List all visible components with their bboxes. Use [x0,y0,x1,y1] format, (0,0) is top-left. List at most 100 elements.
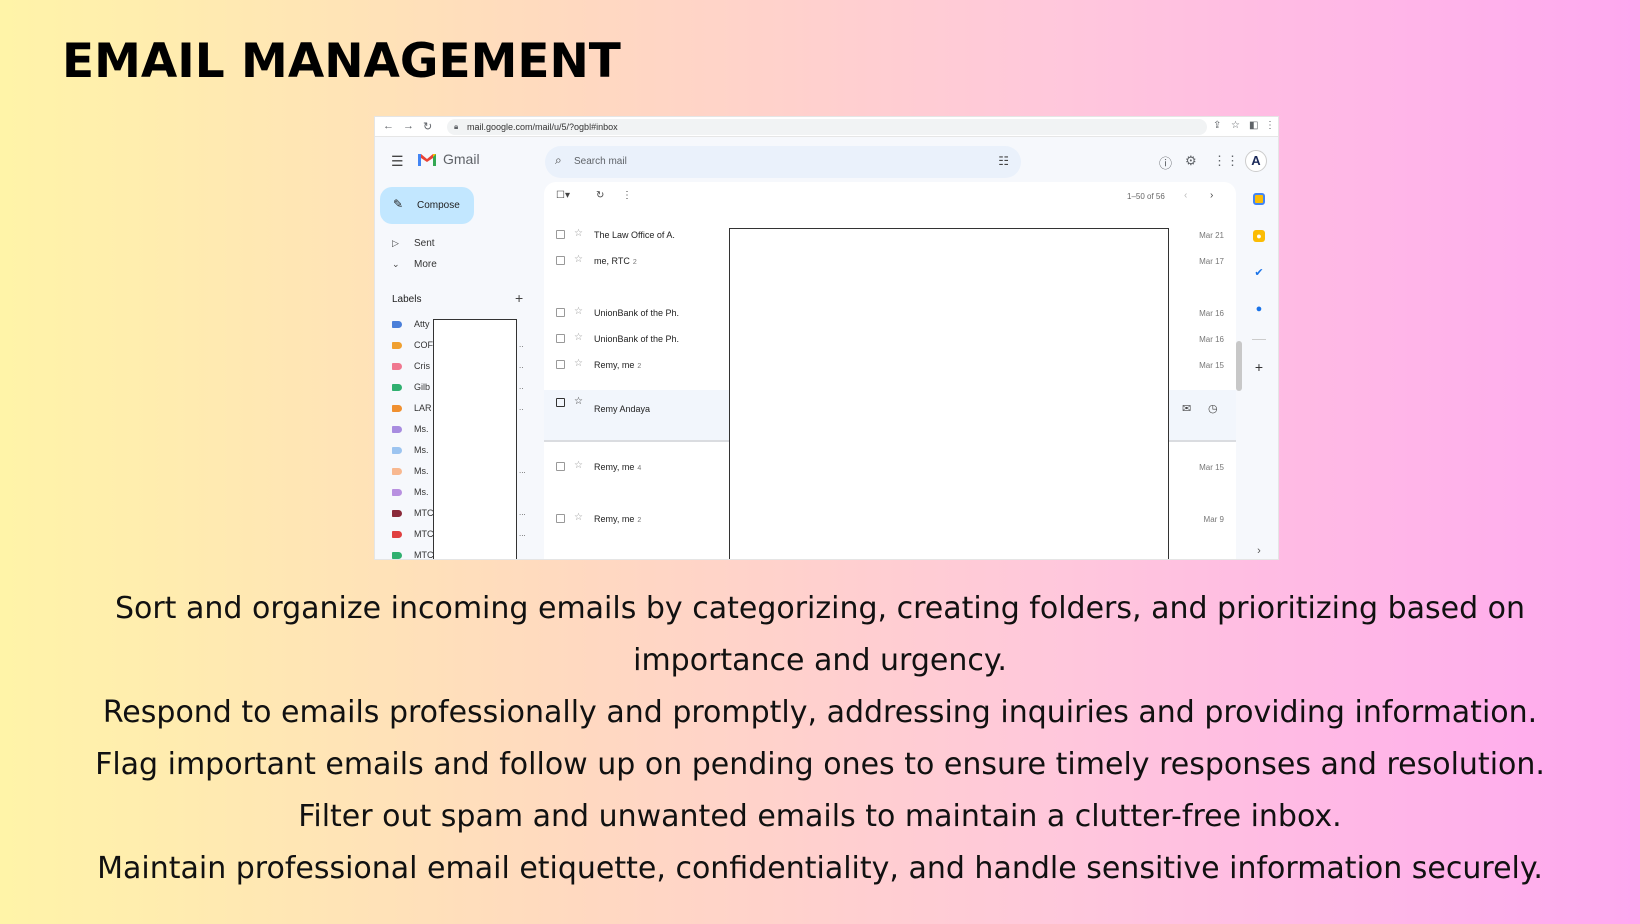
sidebar-item-label: More [414,259,437,270]
label-item[interactable]: Ms. [392,487,429,497]
labels-heading: Labels [392,294,422,305]
sidebar-item-sent[interactable]: ▷ Sent [392,238,435,249]
keep-icon[interactable]: ● [1253,230,1265,242]
reload-icon[interactable]: ↻ [423,120,432,133]
address-bar[interactable]: 🔒︎ mail.google.com/mail/u/5/?ogbl#inbox [447,119,1207,135]
scrollbar[interactable] [1236,341,1242,391]
email-sender: The Law Office of A. [594,230,675,240]
search-input[interactable]: Search mail [574,156,627,167]
row-checkbox[interactable] [556,398,565,407]
more-options-icon[interactable]: ⋮ [622,190,632,201]
chevron-left-icon[interactable]: ‹ [1184,190,1187,201]
chevron-right-icon[interactable]: › [1210,190,1213,201]
label-tag-icon [392,552,402,559]
search-bar[interactable]: ⌕ Search mail ☷ [545,146,1021,178]
email-sender: Remy, me 4 [594,462,642,472]
gmail-logo[interactable]: Gmail [417,151,480,167]
snooze-clock-icon[interactable]: ◷ [1208,402,1218,415]
email-date: Mar 21 [1199,231,1224,240]
label-item[interactable]: Ms. [392,466,429,476]
search-options-icon[interactable]: ☷ [998,154,1009,168]
browser-menu-icon[interactable]: ⋮ [1265,120,1275,131]
label-item[interactable]: MTC [392,550,434,559]
slide-body: Sort and organize incoming emails by cat… [40,583,1600,895]
star-icon[interactable]: ☆ [574,228,583,239]
bullet-line: Flag important emails and follow up on p… [95,747,1545,782]
side-panel-icon[interactable]: ◧ [1249,120,1258,131]
label-item[interactable]: COF [392,340,433,350]
bullet-line: Sort and organize incoming emails by cat… [114,591,1526,678]
gmail-m-icon [417,152,437,167]
label-tag-icon [392,426,402,434]
label-tag-icon [392,363,402,371]
email-sender: Remy, me 2 [594,514,642,524]
label-overflow-icon: ... [519,466,526,475]
gmail-screenshot: ← → ↻ 🔒︎ mail.google.com/mail/u/5/?ogbl#… [374,116,1279,560]
add-app-icon[interactable]: + [1253,360,1265,374]
mail-icon[interactable]: ✉ [1182,402,1191,415]
compose-label: Compose [417,200,460,211]
bookmark-star-icon[interactable]: ☆ [1231,120,1240,131]
label-tag-icon [392,384,402,392]
sidebar-item-more[interactable]: ⌄ More [392,259,437,270]
label-item[interactable]: Ms. [392,424,429,434]
bullet-line: Filter out spam and unwanted emails to m… [298,799,1342,834]
email-date: Mar 15 [1199,463,1224,472]
label-item[interactable]: MTC [392,508,434,518]
star-icon[interactable]: ☆ [574,358,583,369]
label-item[interactable]: MTC [392,529,434,539]
email-date: Mar 16 [1199,335,1224,344]
label-overflow-icon: .. [519,403,524,412]
label-overflow-icon: .. [519,382,524,391]
redaction-box [729,228,1169,559]
email-sender: UnionBank of the Ph. [594,308,680,318]
share-icon[interactable]: ⇪ [1213,120,1221,131]
main-menu-icon[interactable]: ☰ [391,153,404,170]
row-checkbox[interactable] [556,256,565,265]
row-checkbox[interactable] [556,514,565,523]
help-icon[interactable]: ⓘ [1159,153,1172,172]
row-checkbox[interactable] [556,230,565,239]
star-icon[interactable]: ☆ [574,306,583,317]
label-item[interactable]: Ms. [392,445,429,455]
page-count: 1–50 of 56 [1127,192,1165,201]
back-icon[interactable]: ← [383,120,394,132]
compose-button[interactable]: ✎ Compose [380,187,474,224]
lock-icon: 🔒︎ [454,122,459,131]
slide-title: EMAIL MANAGEMENT [62,34,621,89]
tasks-icon[interactable]: ✔ [1253,267,1265,279]
select-all-checkbox[interactable]: ☐▾ [556,190,570,201]
star-icon[interactable]: ☆ [574,460,583,471]
row-checkbox[interactable] [556,334,565,343]
calendar-icon[interactable] [1253,193,1265,205]
star-icon[interactable]: ☆ [574,512,583,523]
add-label-icon[interactable]: + [515,290,523,306]
contacts-icon[interactable]: ● [1253,303,1265,315]
search-icon[interactable]: ⌕ [555,153,562,168]
label-item[interactable]: LAR [392,403,432,413]
row-checkbox[interactable] [556,360,565,369]
forward-icon[interactable]: → [403,120,414,132]
star-icon[interactable]: ☆ [574,332,583,343]
label-item[interactable]: Gilb [392,382,430,392]
label-item[interactable]: Atty [392,319,430,329]
star-icon[interactable]: ☆ [574,396,583,407]
expand-panel-chevron-icon[interactable]: › [1253,545,1265,557]
star-icon[interactable]: ☆ [574,254,583,265]
account-avatar[interactable]: A [1245,150,1267,172]
sidebar-item-label: Sent [414,238,435,249]
gear-icon[interactable]: ⚙ [1185,153,1197,169]
label-tag-icon [392,531,402,539]
label-overflow-icon: ... [519,508,526,517]
label-item[interactable]: Cris [392,361,430,371]
label-tag-icon [392,321,402,329]
pencil-icon: ✎ [393,197,404,211]
label-tag-icon [392,405,402,413]
email-sender: UnionBank of the Ph. [594,334,680,344]
row-checkbox[interactable] [556,308,565,317]
row-checkbox[interactable] [556,462,565,471]
label-overflow-icon: .. [519,361,524,370]
refresh-icon[interactable]: ↻ [596,190,604,201]
list-toolbar: ☐▾ ↻ ⋮ 1–50 of 56 ‹ › [544,182,1236,212]
apps-grid-icon[interactable]: ⋮⋮ [1213,153,1239,169]
